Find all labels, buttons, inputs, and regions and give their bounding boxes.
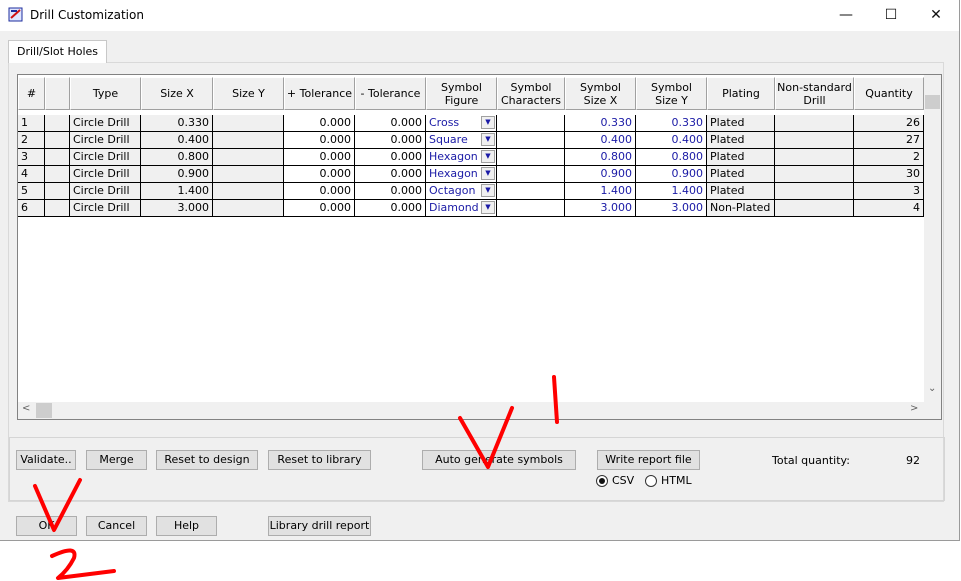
annotation-number-2 bbox=[50, 548, 116, 580]
red-annotation-overlay bbox=[33, 375, 559, 580]
annotation-number-1 bbox=[552, 375, 559, 424]
annotation-checkmark-ok bbox=[33, 478, 82, 532]
annotation-checkmark-auto-generate bbox=[458, 406, 514, 469]
